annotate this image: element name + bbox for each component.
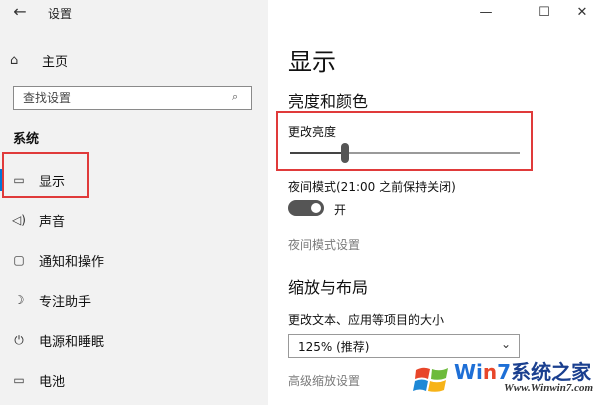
scale-dropdown-value: 125% (推荐) xyxy=(298,339,370,354)
moon-icon: ☽ xyxy=(13,293,25,307)
maximize-button[interactable]: ☐ xyxy=(530,3,558,23)
brand-7: 7 xyxy=(497,360,512,384)
brightness-label: 更改亮度 xyxy=(288,125,337,139)
power-icon: ⏻ xyxy=(14,332,24,347)
scale-section-title: 缩放与布局 xyxy=(288,278,369,297)
sidebar-item-battery[interactable]: ▭ 电池 xyxy=(0,360,268,400)
watermark-url: Www.Winwin7.com xyxy=(504,382,594,394)
section-title: 系统 xyxy=(13,132,40,147)
close-button[interactable]: ✕ xyxy=(568,3,596,23)
brightness-section-title: 亮度和颜色 xyxy=(288,92,369,111)
toggle-knob xyxy=(311,203,321,213)
brightness-slider[interactable] xyxy=(290,143,520,163)
advanced-scaling-link[interactable]: 高级缩放设置 xyxy=(288,372,360,389)
sidebar-item-display[interactable]: ▭ 显示 xyxy=(0,160,268,200)
sidebar-item-label: 主页 xyxy=(42,54,69,70)
search-box: ⌕ xyxy=(13,86,252,110)
sidebar-item-label: 电池 xyxy=(39,374,66,390)
notification-icon: ▢ xyxy=(13,253,25,267)
sidebar-item-label: 电源和睡眠 xyxy=(39,334,105,350)
speaker-icon: ◁) xyxy=(12,213,26,227)
watermark: Win7系统之家 Www.Winwin7.com xyxy=(412,354,608,405)
search-input[interactable] xyxy=(14,87,224,109)
toggle-state-label: 开 xyxy=(334,203,347,217)
brand-wi: Wi xyxy=(454,360,483,384)
battery-icon: ▭ xyxy=(13,373,25,387)
sidebar-item-home[interactable]: ⌂ 主页 xyxy=(8,50,68,70)
brand-n: n xyxy=(482,360,498,384)
back-arrow-icon[interactable]: ← xyxy=(8,2,32,24)
slider-fill xyxy=(290,152,345,154)
chevron-down-icon: ⌄ xyxy=(500,337,511,351)
home-icon: ⌂ xyxy=(10,52,19,68)
sidebar-item-focus-assist[interactable]: ☽ 专注助手 xyxy=(0,280,268,320)
sidebar: ← 设置 ⌂ 主页 ⌕ 系统 ▭ 显示 ◁) 声音 ▢ 通知和操作 ☽ 专注助手… xyxy=(0,0,268,405)
watermark-brand: Win7系统之家 xyxy=(454,356,591,385)
sidebar-item-sound[interactable]: ◁) 声音 xyxy=(0,200,268,240)
brand-suffix: 系统之家 xyxy=(511,360,592,384)
night-mode-settings-link[interactable]: 夜间模式设置 xyxy=(288,236,360,253)
page-title: 显示 xyxy=(288,48,336,76)
scale-label: 更改文本、应用等项目的大小 xyxy=(288,313,445,327)
sidebar-item-notifications[interactable]: ▢ 通知和操作 xyxy=(0,240,268,280)
sidebar-item-label: 专注助手 xyxy=(39,294,92,310)
windows-logo-icon xyxy=(413,367,448,392)
main-panel: — ☐ ✕ 显示 亮度和颜色 更改亮度 夜间模式(21:00 之前保持关闭) 开… xyxy=(268,0,608,405)
sidebar-item-label: 声音 xyxy=(39,214,66,230)
sidebar-item-power-sleep[interactable]: ⏻ 电源和睡眠 xyxy=(0,320,268,360)
slider-thumb[interactable] xyxy=(341,143,349,163)
nav-list: ▭ 显示 ◁) 声音 ▢ 通知和操作 ☽ 专注助手 ⏻ 电源和睡眠 ▭ 电池 xyxy=(0,160,268,400)
window-title: 设置 xyxy=(48,7,73,21)
minimize-button[interactable]: — xyxy=(472,3,500,23)
sidebar-item-label: 显示 xyxy=(39,174,66,190)
night-mode-label: 夜间模式(21:00 之前保持关闭) xyxy=(288,180,456,194)
search-icon[interactable]: ⌕ xyxy=(232,90,246,104)
night-mode-toggle[interactable] xyxy=(288,200,324,216)
monitor-icon: ▭ xyxy=(13,173,25,187)
sidebar-item-label: 通知和操作 xyxy=(39,254,105,270)
